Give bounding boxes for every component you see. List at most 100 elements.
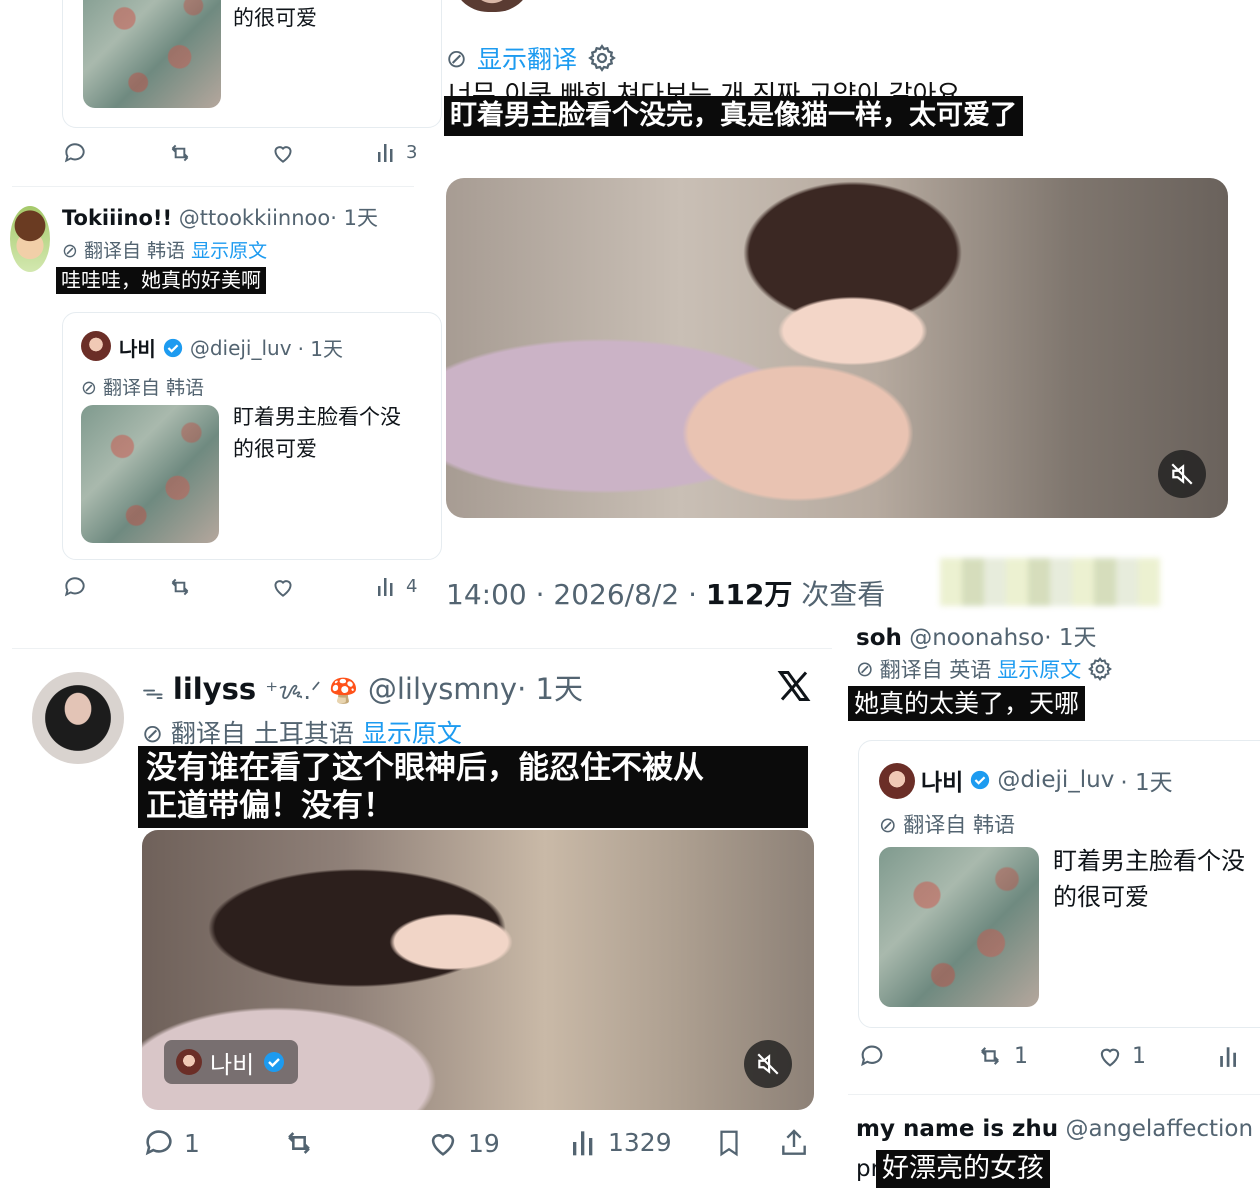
quoted-thumbnail[interactable] xyxy=(83,0,221,108)
quoted-thumbnail[interactable] xyxy=(81,405,219,543)
quoted-card-top[interactable]: 的很可爱 xyxy=(62,0,442,128)
quoted-text: 的很可爱 xyxy=(233,6,317,30)
translate-icon: ⊘ xyxy=(142,719,163,748)
views-icon[interactable] xyxy=(1218,1042,1242,1076)
translate-icon: ⊘ xyxy=(879,813,897,837)
show-original-link[interactable]: 显示原文 xyxy=(997,654,1081,684)
quoted-translated-from: 翻译自 韩语 xyxy=(903,813,1015,837)
tweet-caption-line2: 正道带偏！没有！ xyxy=(146,788,394,824)
action-bar: 1 1 xyxy=(858,1042,1248,1076)
retweet-button[interactable]: 1 xyxy=(974,1042,1028,1070)
tweet-header: soh @noonahso· 1天 xyxy=(856,618,1096,652)
retweet-icon[interactable] xyxy=(166,574,194,604)
author-name[interactable]: lilyss xyxy=(173,672,256,706)
tweet-caption: 好漂亮的女孩 xyxy=(876,1150,1050,1188)
views-button[interactable]: 1329 xyxy=(570,1126,672,1158)
like-icon[interactable] xyxy=(270,574,296,604)
quoted-author-name: 나비 xyxy=(119,337,156,361)
views-label: 次查看 xyxy=(801,578,886,611)
retweet-icon[interactable] xyxy=(166,140,194,170)
translated-from: 翻译自 土耳其语 xyxy=(170,719,354,748)
views-count: 4 xyxy=(406,575,418,597)
tweet-time[interactable]: · 1天 xyxy=(517,672,583,706)
reply-button[interactable]: 1 xyxy=(142,1126,200,1160)
author-name[interactable]: Tokiiino!! xyxy=(62,206,172,230)
quoted-tweet-card[interactable]: 나비 @dieji_luv · 1天 ⊘ 翻译自 韩语 盯着男主脸看个没 的很可爱 xyxy=(858,740,1260,1028)
avatar[interactable] xyxy=(10,206,50,272)
show-translation-link[interactable]: 显示翻译 xyxy=(477,40,577,76)
like-icon[interactable] xyxy=(270,140,296,170)
action-bar: 4 xyxy=(62,574,422,604)
video-author-tag: 나비 xyxy=(164,1040,299,1084)
show-original-link[interactable]: 显示原文 xyxy=(191,240,267,262)
video-author-name: 나비 xyxy=(210,1050,255,1079)
quoted-text-line1: 盯着男主脸看个没 xyxy=(233,405,401,429)
quoted-author-handle: @dieji_luv xyxy=(189,335,292,360)
tweet-date[interactable]: 2026/8/2 xyxy=(553,578,679,611)
views-icon xyxy=(378,578,393,596)
retweet-count: 1 xyxy=(1014,1043,1028,1069)
mute-button[interactable] xyxy=(1158,450,1206,498)
like-count: 1 xyxy=(1132,1043,1146,1069)
tweet-caption-line1: 没有谁在看了这个眼神后，能忍住不被从 xyxy=(146,750,704,786)
translation-row: ⊘ 显示翻译 xyxy=(446,40,617,76)
tweet-video[interactable]: 나비 xyxy=(142,830,814,1110)
quoted-text-line1: 盯着男主脸看个没 xyxy=(1053,847,1245,875)
mute-button[interactable] xyxy=(744,1040,792,1088)
quoted-author-name: 나비 xyxy=(921,770,964,796)
author-name[interactable]: my name is zhu xyxy=(856,1116,1058,1142)
show-original-link[interactable]: 显示原文 xyxy=(362,719,462,748)
author-name-decoration: ⁺ᝰ.ᐟ 🍄 xyxy=(265,677,359,705)
avatar[interactable] xyxy=(32,672,124,764)
translation-row: ⊘ 翻译自 土耳其语 显示原文 xyxy=(142,714,462,750)
author-handle[interactable]: @angelaffection xyxy=(1065,1116,1253,1142)
blurred-region xyxy=(940,558,1160,606)
translate-icon: ⊘ xyxy=(856,657,874,681)
like-button[interactable]: 1 xyxy=(1096,1042,1146,1070)
tweet-time[interactable]: 14:00 xyxy=(446,578,527,611)
quoted-text: 盯着男主脸看个没 的很可爱 xyxy=(233,401,401,465)
quoted-translated-from: 翻译自 韩语 xyxy=(102,377,205,399)
translate-icon: ⊘ xyxy=(81,377,97,399)
tweet-time[interactable]: · 1天 xyxy=(1044,625,1096,651)
quoted-translation-row: ⊘ 翻译自 韩语 xyxy=(81,373,204,400)
author-handle[interactable]: @lilysmny xyxy=(368,672,517,706)
bookmark-icon[interactable] xyxy=(714,1126,744,1166)
quoted-tweet-time: · 1天 xyxy=(297,337,344,361)
muted-speaker-icon xyxy=(1171,463,1193,485)
author-handle[interactable]: @noonahso xyxy=(909,625,1044,651)
quoted-thumbnail[interactable] xyxy=(879,847,1039,1007)
reply-icon[interactable] xyxy=(62,140,88,170)
tweet-time[interactable]: · 1天 xyxy=(330,206,378,230)
quoted-tweet-card[interactable]: 나비 @dieji_luv · 1天 ⊘ 翻译自 韩语 盯着男主脸看个没 的很可爱 xyxy=(62,312,442,560)
retweet-icon xyxy=(981,1047,999,1065)
author-handle[interactable]: @ttookkiinnoo xyxy=(179,206,330,230)
tweet-video[interactable] xyxy=(446,178,1228,518)
views-button[interactable]: 4 xyxy=(376,574,417,598)
avatar xyxy=(879,763,915,799)
muted-speaker-icon xyxy=(757,1053,779,1075)
quoted-author-handle: @dieji_luv xyxy=(997,767,1115,793)
tweet-caption: 盯着男主脸看个没完，真是像猫一样，太可爱了 xyxy=(444,96,1023,136)
like-button[interactable]: 19 xyxy=(426,1126,500,1160)
avatar[interactable] xyxy=(452,0,532,12)
quoted-tweet-time: · 1天 xyxy=(1120,770,1173,796)
views-count: 1329 xyxy=(608,1127,672,1157)
translate-icon: ⊘ xyxy=(446,43,467,73)
views-button[interactable]: 3 xyxy=(376,140,417,164)
author-name[interactable]: soh xyxy=(856,625,902,651)
retweet-icon[interactable] xyxy=(280,1126,318,1166)
share-icon[interactable] xyxy=(778,1126,810,1166)
action-bar: 1 19 1329 xyxy=(142,1126,822,1166)
action-bar: 3 xyxy=(62,140,422,170)
quoted-header: 나비 @dieji_luv · 1天 xyxy=(119,333,343,362)
name-deco-icon: ᯓ xyxy=(142,680,164,705)
views-count: 3 xyxy=(406,141,418,163)
reply-icon[interactable] xyxy=(62,574,88,604)
tweet-caption: 没有谁在看了这个眼神后，能忍住不被从 正道带偏！没有！ xyxy=(138,746,808,828)
settings-gear-icon[interactable] xyxy=(587,43,617,73)
x-logo-icon[interactable] xyxy=(776,668,812,708)
reply-icon[interactable] xyxy=(858,1042,886,1076)
tweet-caption: 她真的太美了，天哪 xyxy=(848,686,1086,722)
settings-gear-icon[interactable] xyxy=(1087,656,1113,682)
